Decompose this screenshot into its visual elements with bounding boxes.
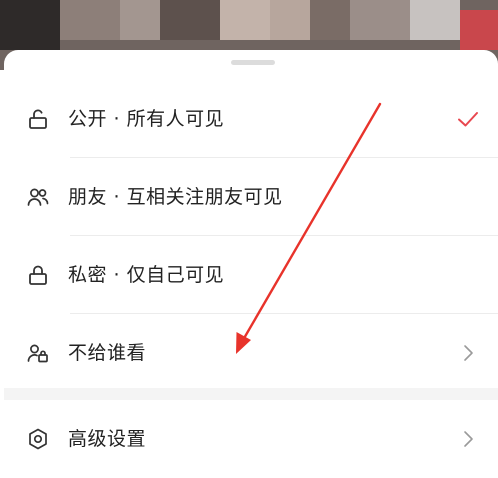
settings-icon — [29, 428, 47, 450]
option-public[interactable]: 公开 · 所有人可见 — [4, 80, 498, 158]
friends-icon — [27, 188, 49, 206]
option-hide-from-label: 不给谁看 — [68, 342, 147, 364]
option-friends-label: 朋友 · 互相关注朋友可见 — [68, 186, 283, 208]
advanced-settings-item[interactable]: 高级设置 — [4, 400, 498, 478]
checkmark-icon — [458, 112, 478, 127]
privacy-settings-sheet: 公开 · 所有人可见 朋友 · 互相关注朋友可见 私密 · 仅自己可见 不给谁看… — [4, 50, 498, 450]
advanced-settings-label: 高级设置 — [68, 428, 147, 450]
option-friends[interactable]: 朋友 · 互相关注朋友可见 — [4, 158, 498, 236]
option-hide-from[interactable]: 不给谁看 — [4, 314, 498, 392]
unlocked-icon — [29, 109, 47, 129]
section-gap — [4, 388, 498, 400]
chevron-right-icon — [464, 345, 473, 361]
option-private[interactable]: 私密 · 仅自己可见 — [4, 236, 498, 314]
chevron-right-icon — [464, 431, 473, 447]
locked-icon — [29, 265, 47, 285]
option-private-label: 私密 · 仅自己可见 — [68, 264, 225, 286]
user-blocked-icon — [27, 344, 48, 363]
option-public-label: 公开 · 所有人可见 — [68, 108, 225, 130]
sheet-drag-handle[interactable] — [231, 60, 275, 65]
